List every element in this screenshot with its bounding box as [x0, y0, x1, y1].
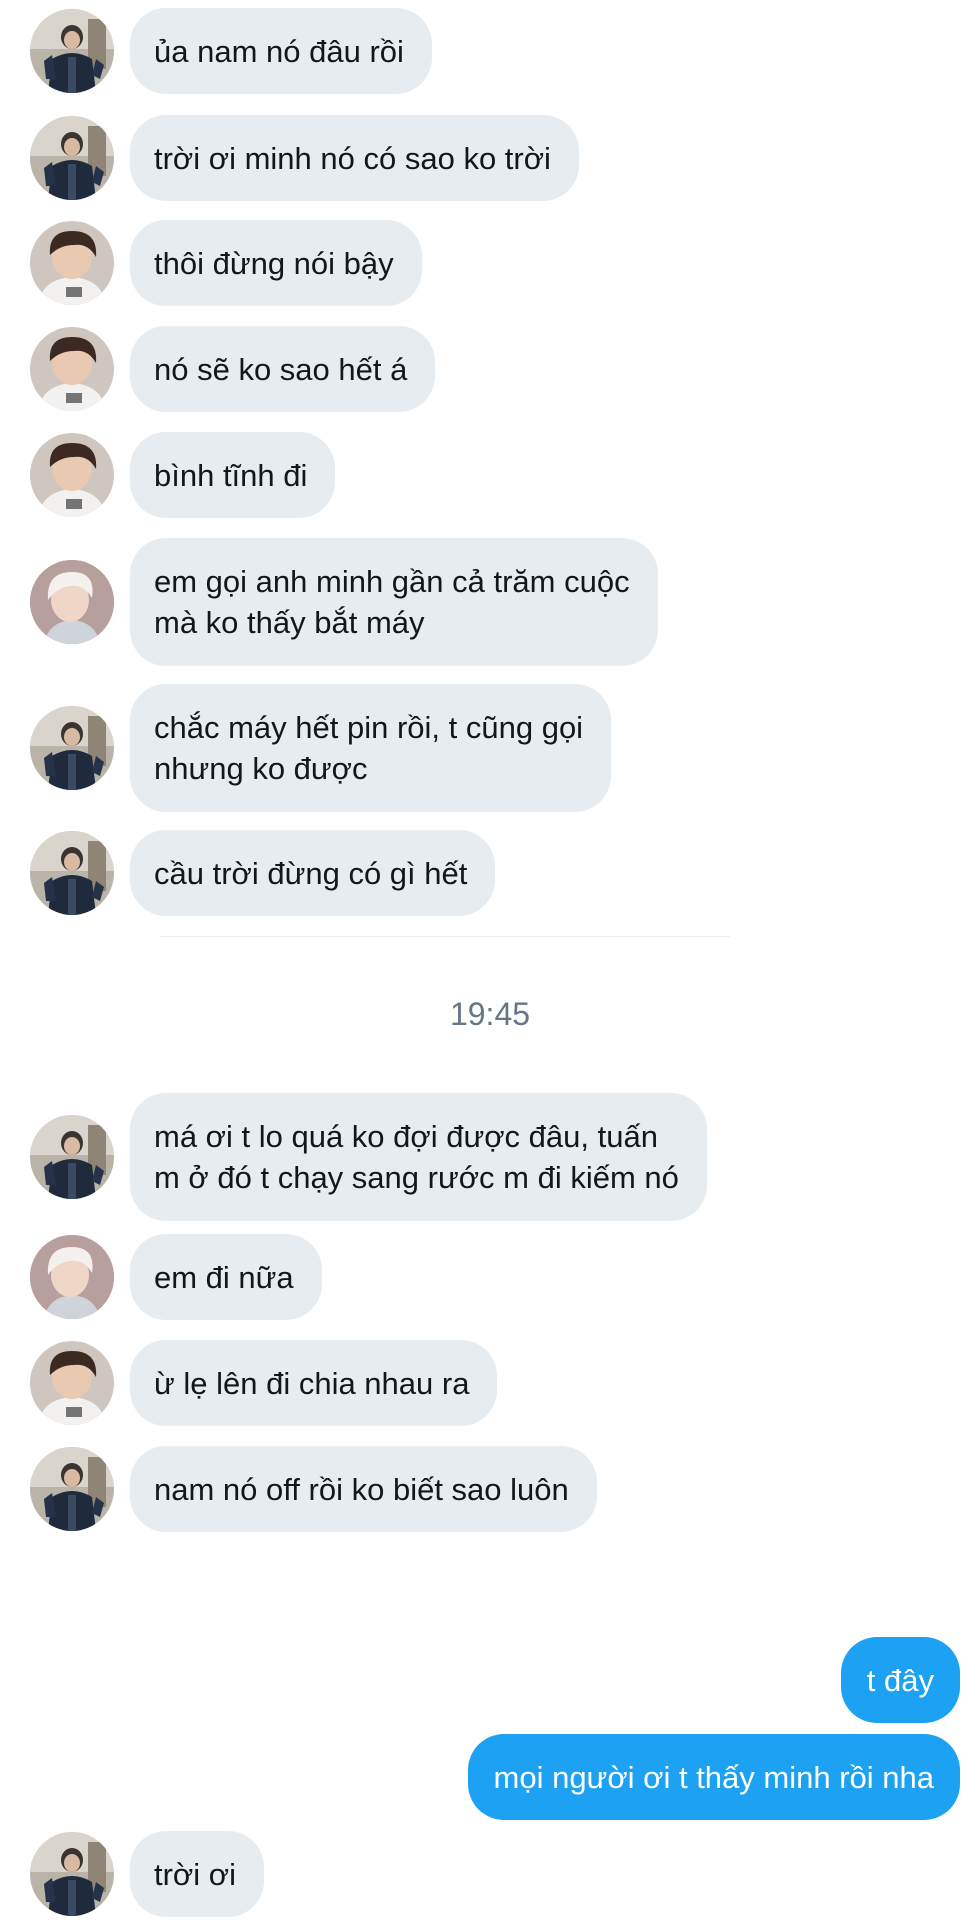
avatar-a[interactable]: [30, 116, 114, 200]
avatar-c[interactable]: [30, 560, 114, 644]
message-text: ủa nam nó đâu rồi: [154, 34, 404, 69]
message-bubble[interactable]: ủa nam nó đâu rồi: [130, 8, 432, 94]
message-bubble[interactable]: bình tĩnh đi: [130, 432, 336, 518]
message-bubble[interactable]: trời ơi: [130, 1831, 264, 1917]
avatar-a[interactable]: [30, 831, 114, 915]
message-text: trời ơi minh nó có sao ko trời: [154, 141, 551, 176]
message-text: nó sẽ ko sao hết á: [154, 352, 408, 387]
message-text: nam nó off rồi ko biết sao luôn: [154, 1472, 569, 1507]
avatar-b[interactable]: [30, 327, 114, 411]
sent-message-bubble[interactable]: mọi người ơi t thấy minh rồi nha: [467, 1734, 960, 1820]
message-bubble[interactable]: thôi đừng nói bậy: [130, 220, 422, 306]
message-text: bình tĩnh đi: [154, 458, 308, 493]
avatar-a[interactable]: [30, 9, 114, 93]
avatar-c[interactable]: [30, 1235, 114, 1319]
avatar-b[interactable]: [30, 433, 114, 517]
message-text: em gọi anh minh gần cả trăm cuộc: [154, 564, 630, 599]
message-text: ừ lẹ lên đi chia nhau ra: [154, 1366, 470, 1401]
message-bubble[interactable]: cầu trời đừng có gì hết: [130, 830, 496, 916]
avatar-a[interactable]: [30, 706, 114, 790]
avatar-a[interactable]: [30, 1447, 114, 1531]
avatar-a[interactable]: [30, 1115, 114, 1199]
message-bubble[interactable]: chắc máy hết pin rồi, t cũng gọi nhưng ko…: [130, 684, 612, 812]
avatar-b[interactable]: [30, 1341, 114, 1425]
timestamp: 19:45: [449, 996, 531, 1032]
avatar-a[interactable]: [30, 1832, 114, 1916]
message-bubble[interactable]: trời ơi minh nó có sao ko trời: [130, 115, 579, 201]
message-bubble[interactable]: em đi nữa: [130, 1234, 322, 1320]
message-text: nhưng ko được: [154, 751, 368, 786]
message-text: em đi nữa: [154, 1260, 294, 1295]
message-bubble[interactable]: ừ lẹ lên đi chia nhau ra: [130, 1340, 498, 1426]
message-text: mà ko thấy bắt máy: [154, 605, 425, 640]
message-bubble[interactable]: má ơi t lo quá ko đợi được đâu, tuấn m ở …: [130, 1093, 707, 1221]
message-text: m ở đó t chạy sang rước m đi kiếm nó: [154, 1160, 679, 1195]
message-text: cầu trời đừng có gì hết: [154, 856, 468, 891]
sent-message-bubble[interactable]: t đây: [840, 1637, 960, 1723]
message-bubble[interactable]: nam nó off rồi ko biết sao luôn: [130, 1446, 597, 1532]
message-bubble[interactable]: nó sẽ ko sao hết á: [130, 326, 436, 412]
message-text: thôi đừng nói bậy: [154, 246, 394, 281]
message-text: trời ơi: [154, 1857, 236, 1892]
divider: [160, 936, 730, 937]
message-bubble[interactable]: em gọi anh minh gần cả trăm cuộc mà ko th…: [130, 538, 658, 666]
message-text: chắc máy hết pin rồi, t cũng gọi: [154, 710, 584, 745]
message-text: má ơi t lo quá ko đợi được đâu, tuấn: [154, 1119, 658, 1154]
avatar-b[interactable]: [30, 221, 114, 305]
